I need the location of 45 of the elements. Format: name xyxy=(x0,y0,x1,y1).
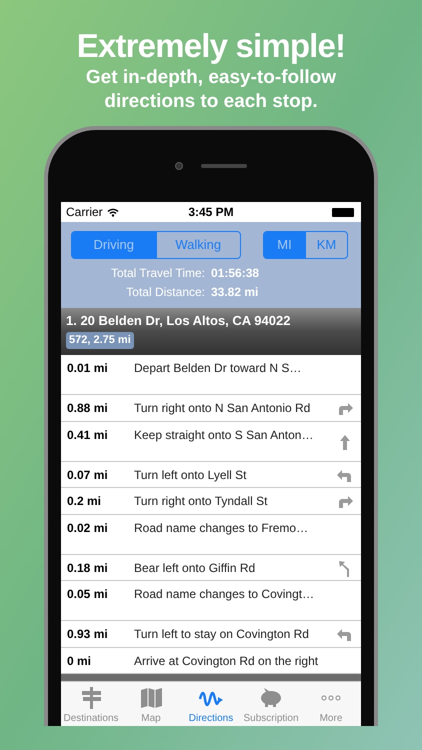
total-label: Total Distance: xyxy=(125,284,206,300)
tab-bar-item[interactable]: Directions xyxy=(181,682,241,726)
status-time: 3:45 PM xyxy=(188,204,234,222)
step-distance: 0.07 mi xyxy=(67,468,109,483)
total-value: 01:56:38 xyxy=(211,265,260,282)
tab-bar-item[interactable]: Destinations xyxy=(61,682,121,726)
subheadline: Get in-depth, easy-to-follow directions to each stop. xyxy=(84,66,338,114)
distance-tag: 572, 2.75 mi xyxy=(66,332,134,350)
tab-bar-item[interactable]: More xyxy=(301,682,361,726)
battery-icon xyxy=(332,208,354,217)
step-distance: 0.2 mi xyxy=(67,494,102,510)
step-distance: 0.01 mi xyxy=(67,361,109,376)
step-instruction: Turn left onto Lyell St xyxy=(134,468,248,483)
step-instruction: Depart Belden Dr toward N S… xyxy=(134,361,302,376)
more-dots-icon xyxy=(321,695,341,701)
step-distance: 0 mi xyxy=(67,654,92,669)
step-instruction: Keep straight onto S San Anton… xyxy=(134,428,314,443)
headline: Extremely simple! xyxy=(76,26,346,66)
unit-tab[interactable]: KM xyxy=(305,232,347,258)
speaker-grille xyxy=(201,164,247,168)
step-distance: 0.18 mi xyxy=(67,560,109,576)
step-instruction: Turn right onto N San Antonio Rd xyxy=(134,401,312,416)
step-instruction: Road name changes to Fremo… xyxy=(134,520,310,536)
step-instruction: Road name changes to Covingt… xyxy=(134,587,316,602)
step-distance: 0.88 mi xyxy=(67,401,109,416)
step-instruction: Turn right onto Tyndall St xyxy=(134,494,268,510)
wifi-icon xyxy=(106,208,119,217)
total-label: Total Travel Time: xyxy=(110,265,206,282)
folded-map-icon xyxy=(138,685,164,711)
total-value: 33.82 mi xyxy=(211,284,258,300)
step-distance: 0.05 mi xyxy=(67,587,109,602)
carrier-label: Carrier xyxy=(66,204,103,222)
stop-title: 1. 20 Belden Dr, Los Altos, CA 94022 xyxy=(66,312,290,330)
step-instruction: Bear left onto Giffin Rd xyxy=(134,560,256,576)
step-distance: 0.93 mi xyxy=(67,627,109,642)
travel-mode-tab[interactable]: Walking xyxy=(156,232,240,258)
travel-mode-tab[interactable]: Driving xyxy=(72,232,156,258)
tab-bar-item[interactable]: Map xyxy=(121,682,181,726)
tab-bar-item[interactable]: Subscription xyxy=(241,682,301,726)
unit-tab[interactable]: MI xyxy=(264,232,305,258)
step-distance: 0.41 mi xyxy=(67,428,109,443)
camera-icon xyxy=(175,162,183,170)
step-instruction: Turn left to stay on Covington Rd xyxy=(134,627,310,642)
step-distance: 0.02 mi xyxy=(67,520,109,536)
step-instruction: Arrive at Covington Rd on the right xyxy=(134,654,320,669)
